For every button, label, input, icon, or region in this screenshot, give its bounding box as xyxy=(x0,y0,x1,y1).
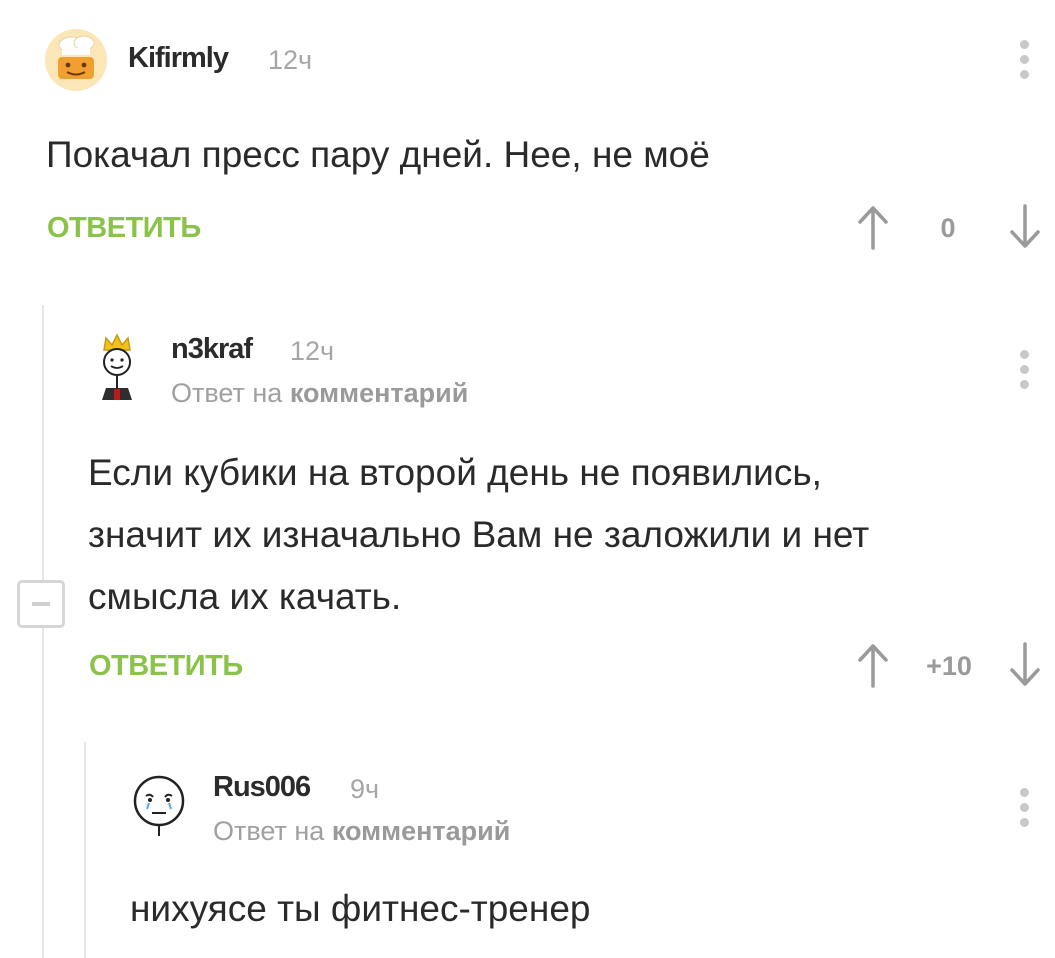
reply-to-link[interactable]: комментарий xyxy=(290,378,469,408)
reply-to-link[interactable]: комментарий xyxy=(332,816,511,846)
comment-score: +10 xyxy=(926,651,972,681)
username[interactable]: Rus006 xyxy=(213,771,311,804)
downvote-arrow-icon[interactable] xyxy=(1008,642,1042,688)
more-menu-icon[interactable] xyxy=(1016,350,1032,392)
chef-hat-smiley-icon xyxy=(45,29,107,91)
avatar[interactable] xyxy=(44,28,108,92)
reply-to-prefix: Ответ на xyxy=(171,378,283,408)
reply-to-prefix: Ответ на xyxy=(213,816,325,846)
reply-button[interactable]: ОТВЕТИТЬ xyxy=(47,212,201,245)
upvote-arrow-icon[interactable] xyxy=(856,204,890,250)
comment-time: 9ч xyxy=(350,774,380,804)
comment-text: нихуясе ты фитнес-тренер xyxy=(130,888,591,929)
crying-face-icon xyxy=(133,775,185,836)
comment-text-line: смысла их качать. xyxy=(88,576,402,617)
thread-line-level-2 xyxy=(84,742,86,958)
collapse-thread-button[interactable] xyxy=(17,580,65,628)
comment-text-line: значит их изначально Вам не заложили и н… xyxy=(88,514,870,555)
more-menu-icon[interactable] xyxy=(1016,40,1032,82)
username[interactable]: Kifirmly xyxy=(128,42,229,75)
comment-text-line: Если кубики на второй день не появились, xyxy=(88,452,822,493)
crowned-stickman-icon xyxy=(102,333,132,400)
reply-button[interactable]: ОТВЕТИТЬ xyxy=(89,650,243,683)
reply-to-line: Ответ на комментарий xyxy=(171,378,468,409)
comment-time: 12ч xyxy=(268,45,313,75)
thread-line-level-1 xyxy=(42,305,44,958)
downvote-arrow-icon[interactable] xyxy=(1008,204,1042,250)
comment-text: Покачал пресс пару дней. Нее, не моё xyxy=(46,134,710,175)
username[interactable]: n3kraf xyxy=(171,333,253,366)
avatar[interactable] xyxy=(130,772,188,838)
comment-time: 12ч xyxy=(290,336,335,366)
more-menu-icon[interactable] xyxy=(1016,788,1032,830)
reply-to-line: Ответ на комментарий xyxy=(213,816,510,847)
avatar[interactable] xyxy=(86,332,148,404)
comment-score: 0 xyxy=(940,213,956,243)
upvote-arrow-icon[interactable] xyxy=(856,642,890,688)
